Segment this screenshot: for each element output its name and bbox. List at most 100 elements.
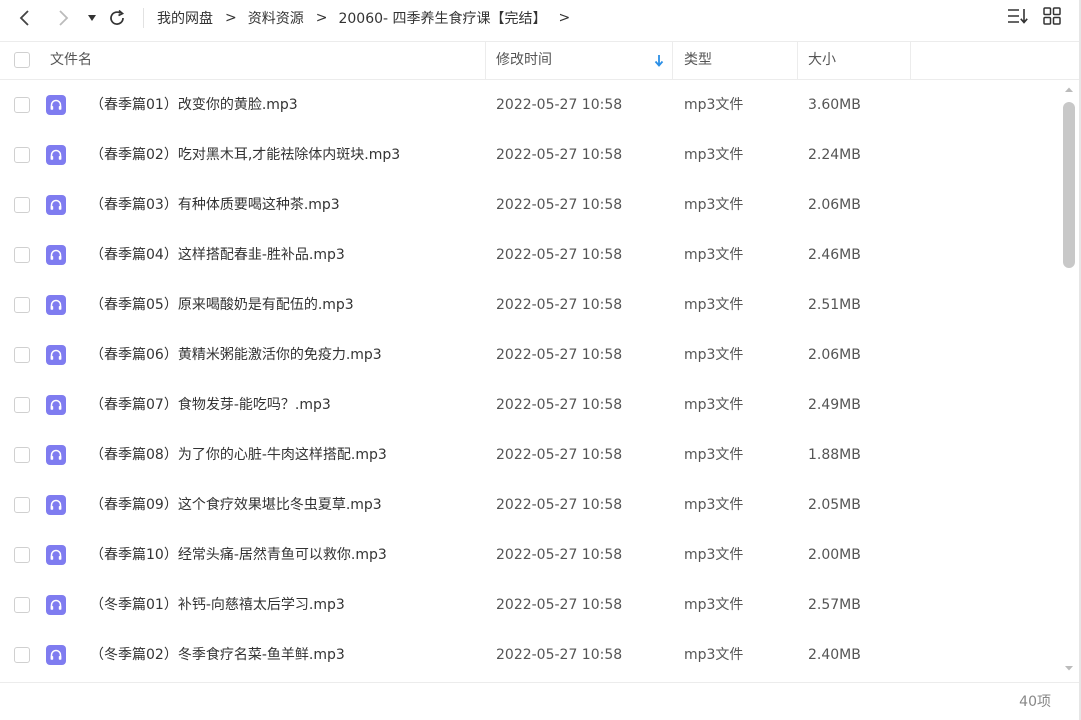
file-row[interactable]: （春季篇10）经常头痛-居然青鱼可以救你.mp3 2022-05-27 10:58… (0, 530, 1060, 580)
row-checkbox[interactable] (14, 197, 30, 213)
forward-button[interactable] (51, 6, 75, 30)
chevron-left-icon (18, 10, 32, 26)
column-header-size[interactable]: 大小 (808, 42, 836, 79)
file-row[interactable]: （冬季篇01）补钙-向慈禧太后学习.mp3 2022-05-27 10:58 mp3… (0, 580, 1060, 630)
row-checkbox[interactable] (14, 497, 30, 513)
file-name[interactable]: （春季篇01）改变你的黄脸.mp3 (90, 80, 298, 130)
file-row[interactable]: （春季篇05）原来喝酸奶是有配伍的.mp3 2022-05-27 10:58 mp3… (0, 280, 1060, 330)
scrollbar-thumb[interactable] (1063, 102, 1075, 268)
row-checkbox[interactable] (14, 397, 30, 413)
back-button[interactable] (13, 6, 37, 30)
audio-file-icon (46, 545, 66, 565)
refresh-button[interactable] (105, 6, 129, 30)
item-count: 40项 (1019, 694, 1051, 710)
file-row[interactable]: （春季篇09）这个食疗效果堪比冬虫夏草.mp3 2022-05-27 10:58 m… (0, 480, 1060, 530)
file-name[interactable]: （春季篇02）吃对黑木耳,才能祛除体内斑块.mp3 (90, 130, 400, 180)
file-row[interactable]: （春季篇07）食物发芽-能吃吗？.mp3 2022-05-27 10:58 mp3文… (0, 380, 1060, 430)
file-type: mp3文件 (684, 647, 744, 663)
breadcrumb-item-my-drive[interactable]: 我的网盘 (157, 8, 213, 28)
file-row[interactable]: （冬季篇02）冬季食疗名菜-鱼羊鲜.mp3 2022-05-27 10:58 mp3… (0, 630, 1060, 680)
row-checkbox[interactable] (14, 647, 30, 663)
file-size: 2.40MB (808, 647, 861, 663)
scroll-up-arrow[interactable] (1063, 84, 1075, 96)
file-row[interactable]: （春季篇08）为了你的心脏-牛肉这样搭配.mp3 2022-05-27 10:58… (0, 430, 1060, 480)
file-name[interactable]: （春季篇06）黄精米粥能激活你的免疫力.mp3 (90, 330, 382, 380)
grid-view-button[interactable] (1040, 7, 1064, 29)
file-modified-time: 2022-05-27 10:58 (496, 497, 623, 513)
file-list: （春季篇01）改变你的黄脸.mp3 2022-05-27 10:58 mp3文件 3.… (0, 80, 1060, 680)
file-name[interactable]: （春季篇03）有种体质要喝这种茶.mp3 (90, 180, 340, 230)
file-name[interactable]: （冬季篇01）补钙-向慈禧太后学习.mp3 (90, 580, 345, 630)
footer-divider (0, 682, 1081, 683)
breadcrumb-more-separator[interactable]: > (559, 10, 571, 26)
audio-file-icon (46, 295, 66, 315)
caret-down-icon (87, 14, 97, 22)
sort-descending-icon[interactable] (653, 54, 665, 72)
chevron-right-icon (56, 10, 70, 26)
row-checkbox[interactable] (14, 147, 30, 163)
file-size: 2.57MB (808, 597, 861, 613)
file-row[interactable]: （春季篇03）有种体质要喝这种茶.mp3 2022-05-27 10:58 mp3文… (0, 180, 1060, 230)
column-divider[interactable] (910, 42, 911, 79)
file-modified-time: 2022-05-27 10:58 (496, 597, 623, 613)
column-header-modified[interactable]: 修改时间 (496, 42, 552, 79)
file-modified-time: 2022-05-27 10:58 (496, 97, 623, 113)
row-checkbox[interactable] (14, 547, 30, 563)
file-name[interactable]: （春季篇09）这个食疗效果堪比冬虫夏草.mp3 (90, 480, 382, 530)
navigation-bar: 我的网盘 > 资料资源 > 20060- 四季养生食疗课【完结】 > (0, 0, 1081, 36)
file-name[interactable]: （春季篇04）这样搭配春韭-胜补品.mp3 (90, 230, 345, 280)
file-row[interactable]: （春季篇04）这样搭配春韭-胜补品.mp3 2022-05-27 10:58 mp3… (0, 230, 1060, 280)
file-type: mp3文件 (684, 497, 744, 513)
file-row[interactable]: （春季篇02）吃对黑木耳,才能祛除体内斑块.mp3 2022-05-27 10:5… (0, 130, 1060, 180)
column-header-type[interactable]: 类型 (684, 42, 712, 79)
audio-file-icon (46, 145, 66, 165)
file-modified-time: 2022-05-27 10:58 (496, 247, 623, 263)
column-divider[interactable] (485, 42, 486, 79)
select-all-checkbox[interactable] (14, 52, 30, 68)
audio-file-icon (46, 395, 66, 415)
refresh-icon (108, 9, 126, 27)
file-modified-time: 2022-05-27 10:58 (496, 397, 623, 413)
toolbar-divider (143, 8, 144, 28)
row-checkbox[interactable] (14, 247, 30, 263)
row-checkbox[interactable] (14, 297, 30, 313)
file-size: 2.06MB (808, 197, 861, 213)
audio-file-icon (46, 245, 66, 265)
file-modified-time: 2022-05-27 10:58 (496, 347, 623, 363)
file-type: mp3文件 (684, 397, 744, 413)
column-divider[interactable] (797, 42, 798, 79)
file-size: 1.88MB (808, 447, 861, 463)
breadcrumb: 我的网盘 > 资料资源 > 20060- 四季养生食疗课【完结】 > (157, 0, 581, 36)
file-size: 2.24MB (808, 147, 861, 163)
audio-file-icon (46, 595, 66, 615)
file-list-header: 文件名 修改时间 类型 大小 (0, 41, 1081, 80)
scroll-down-arrow[interactable] (1063, 662, 1075, 674)
file-size: 2.06MB (808, 347, 861, 363)
file-row[interactable]: （春季篇01）改变你的黄脸.mp3 2022-05-27 10:58 mp3文件 3.… (0, 80, 1060, 130)
column-header-name[interactable]: 文件名 (50, 42, 92, 79)
row-checkbox[interactable] (14, 97, 30, 113)
audio-file-icon (46, 95, 66, 115)
history-dropdown-button[interactable] (80, 6, 104, 30)
file-name[interactable]: （春季篇07）食物发芽-能吃吗？.mp3 (90, 380, 331, 430)
column-divider[interactable] (672, 42, 673, 79)
file-size: 2.05MB (808, 497, 861, 513)
file-name[interactable]: （春季篇05）原来喝酸奶是有配伍的.mp3 (90, 280, 354, 330)
breadcrumb-item-current-folder[interactable]: 20060- 四季养生食疗课【完结】 (338, 8, 546, 28)
file-name[interactable]: （冬季篇02）冬季食疗名菜-鱼羊鲜.mp3 (90, 630, 345, 680)
row-checkbox[interactable] (14, 347, 30, 363)
breadcrumb-item-resources[interactable]: 资料资源 (248, 8, 304, 28)
row-checkbox[interactable] (14, 447, 30, 463)
file-type: mp3文件 (684, 197, 744, 213)
file-modified-time: 2022-05-27 10:58 (496, 147, 623, 163)
audio-file-icon (46, 445, 66, 465)
sort-button[interactable] (1006, 7, 1030, 29)
file-name[interactable]: （春季篇08）为了你的心脏-牛肉这样搭配.mp3 (90, 430, 387, 480)
file-name[interactable]: （春季篇10）经常头痛-居然青鱼可以救你.mp3 (90, 530, 387, 580)
audio-file-icon (46, 195, 66, 215)
sort-list-icon (1007, 7, 1029, 29)
row-checkbox[interactable] (14, 597, 30, 613)
breadcrumb-separator: > (225, 10, 237, 26)
file-type: mp3文件 (684, 147, 744, 163)
file-row[interactable]: （春季篇06）黄精米粥能激活你的免疫力.mp3 2022-05-27 10:58 m… (0, 330, 1060, 380)
